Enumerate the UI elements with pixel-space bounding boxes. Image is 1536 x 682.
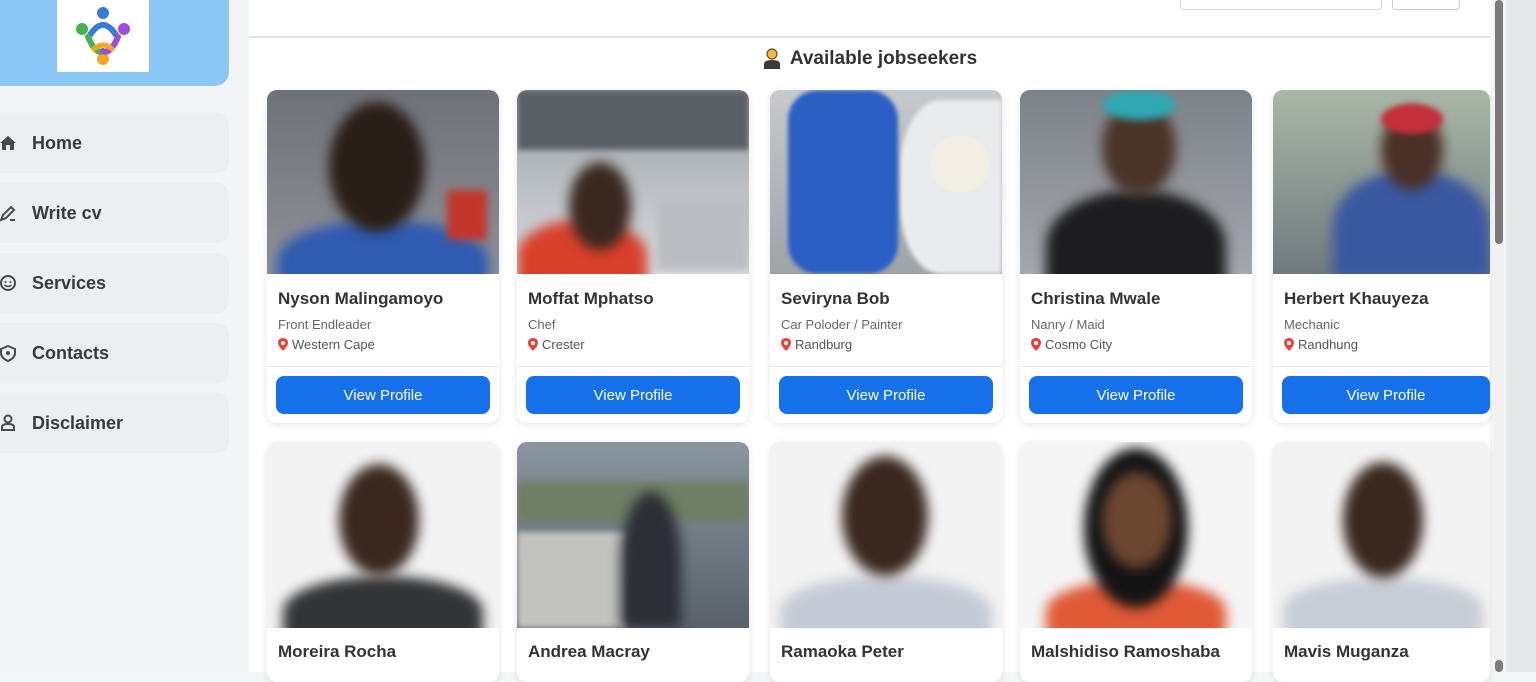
card-location-text: Western Cape bbox=[292, 337, 375, 352]
view-profile-button[interactable]: View Profile bbox=[1029, 376, 1243, 414]
card-name: Christina Mwale bbox=[1031, 289, 1161, 308]
person-icon bbox=[0, 413, 18, 433]
card-location-text: Randhung bbox=[1298, 337, 1358, 352]
people-circle-logo-icon bbox=[76, 7, 130, 65]
jobseeker-card: Mavis Muganza bbox=[1273, 442, 1490, 682]
sidebar-item-write-cv[interactable]: Write cv bbox=[0, 183, 229, 243]
location-pin-icon bbox=[1284, 338, 1294, 351]
card-job: Nanry / Maid bbox=[1031, 317, 1105, 332]
profile-photo bbox=[267, 442, 499, 628]
jobseeker-card: Herbert Khauyeza Mechanic Randhung View … bbox=[1273, 90, 1490, 423]
card-job: Car Poloder / Painter bbox=[781, 317, 903, 332]
card-name: Ramaoka Peter bbox=[781, 642, 904, 661]
card-job: Front Endleader bbox=[278, 317, 372, 332]
sidebar-item-label: Home bbox=[32, 132, 83, 153]
jobseeker-card: Moffat Mphatso Chef Crester View Profile bbox=[517, 90, 749, 423]
sidebar-item-contacts[interactable]: Contacts bbox=[0, 323, 229, 383]
card-job: Chef bbox=[528, 317, 556, 332]
location-pin-icon bbox=[528, 338, 538, 351]
card-location: Western Cape bbox=[278, 337, 375, 352]
view-profile-button[interactable]: View Profile bbox=[1282, 376, 1490, 414]
jobseeker-card: Christina Mwale Nanry / Maid Cosmo City … bbox=[1020, 90, 1252, 423]
view-profile-button[interactable]: View Profile bbox=[779, 376, 993, 414]
card-location: Cosmo City bbox=[1031, 337, 1112, 352]
card-name: Seviryna Bob bbox=[781, 289, 890, 308]
card-name: Nyson Malingamoyo bbox=[278, 289, 444, 308]
search-input[interactable] bbox=[1180, 0, 1382, 10]
card-location: Randburg bbox=[781, 337, 852, 352]
profile-photo bbox=[770, 442, 1002, 628]
location-pin-icon bbox=[278, 338, 288, 351]
card-location-text: Randburg bbox=[795, 337, 853, 352]
jobseeker-card: Malshidiso Ramoshaba bbox=[1020, 442, 1252, 682]
sidebar-item-disclaimer[interactable]: Disclaimer bbox=[0, 393, 229, 453]
services-icon bbox=[0, 273, 18, 293]
sidebar-item-label: Contacts bbox=[32, 342, 110, 363]
jobseeker-card: Ramaoka Peter bbox=[770, 442, 1002, 682]
window-edge bbox=[1506, 0, 1536, 672]
search-button[interactable] bbox=[1392, 0, 1460, 10]
card-name: Moreira Rocha bbox=[278, 642, 397, 661]
card-name: Malshidiso Ramoshaba bbox=[1031, 642, 1220, 661]
top-bar bbox=[249, 0, 1490, 38]
profile-photo bbox=[1273, 90, 1490, 274]
sidebar-item-services[interactable]: Services bbox=[0, 253, 229, 313]
profile-photo bbox=[517, 442, 749, 628]
scrollbar-thumb[interactable] bbox=[1495, 0, 1503, 244]
profile-photo bbox=[517, 90, 749, 274]
sidebar-item-label: Disclaimer bbox=[32, 412, 124, 433]
view-profile-button[interactable]: View Profile bbox=[526, 376, 740, 414]
section-title: Available jobseekers bbox=[789, 48, 978, 69]
sidebar-item-home[interactable]: Home bbox=[0, 113, 229, 173]
sidebar-item-label: Services bbox=[32, 272, 107, 293]
profile-photo bbox=[1273, 442, 1490, 628]
card-name: Andrea Macray bbox=[528, 642, 650, 661]
location-pin-icon bbox=[781, 338, 791, 351]
logo[interactable] bbox=[57, 0, 149, 72]
profile-photo bbox=[1020, 90, 1252, 274]
card-location-text: Cosmo City bbox=[1045, 337, 1113, 352]
profile-photo bbox=[1020, 442, 1252, 628]
sidebar: Home Write cv Services Contacts Disclaim… bbox=[0, 0, 248, 672]
card-location-text: Crester bbox=[542, 337, 585, 352]
jobseeker-card: Andrea Macray bbox=[517, 442, 749, 682]
person-icon bbox=[763, 48, 780, 69]
profile-photo bbox=[267, 90, 499, 274]
card-name: Herbert Khauyeza bbox=[1284, 289, 1429, 308]
scrollbar[interactable] bbox=[1494, 0, 1504, 672]
section-heading: Available jobseekers bbox=[249, 48, 1490, 70]
profile-photo bbox=[770, 90, 1002, 274]
contacts-icon bbox=[0, 343, 18, 363]
jobseeker-card: Seviryna Bob Car Poloder / Painter Randb… bbox=[770, 90, 1002, 423]
logo-area bbox=[0, 0, 229, 86]
view-profile-button[interactable]: View Profile bbox=[276, 376, 490, 414]
pen-icon bbox=[0, 203, 18, 223]
jobseeker-card: Nyson Malingamoyo Front Endleader Wester… bbox=[267, 90, 499, 423]
jobseeker-card: Moreira Rocha bbox=[267, 442, 499, 682]
scrollbar-arrow[interactable] bbox=[1495, 660, 1503, 672]
card-name: Moffat Mphatso bbox=[528, 289, 654, 308]
home-icon bbox=[0, 133, 18, 153]
card-location: Crester bbox=[528, 337, 585, 352]
card-job: Mechanic bbox=[1284, 317, 1340, 332]
main-content: Available jobseekers Nyson Malingamoyo F… bbox=[249, 0, 1490, 682]
location-pin-icon bbox=[1031, 338, 1041, 351]
sidebar-item-label: Write cv bbox=[32, 202, 102, 223]
card-location: Randhung bbox=[1284, 337, 1358, 352]
card-name: Mavis Muganza bbox=[1284, 642, 1409, 661]
